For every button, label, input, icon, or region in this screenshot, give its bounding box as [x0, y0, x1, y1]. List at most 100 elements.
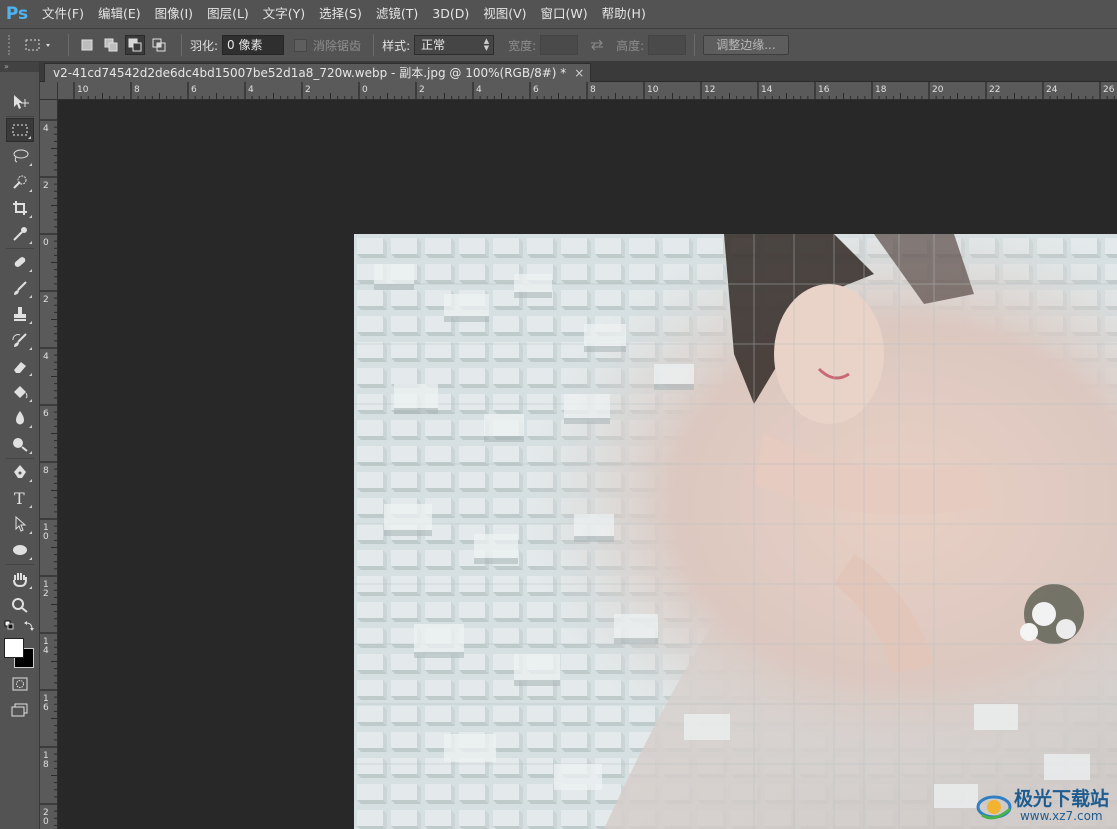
subtract-selection-icon: [128, 38, 142, 52]
dodge-tool[interactable]: [6, 432, 34, 456]
paint-bucket-tool[interactable]: [6, 380, 34, 404]
height-label: 高度:: [616, 38, 645, 53]
crop-icon: [13, 201, 27, 215]
lasso-icon: [13, 149, 29, 163]
lasso-tool[interactable]: [6, 144, 34, 168]
close-tab-icon[interactable]: ×: [574, 64, 584, 83]
ruler-label: 0: [362, 85, 368, 95]
ruler-label: 2: [419, 85, 425, 95]
hand-icon: [13, 573, 27, 587]
document-tab[interactable]: v2-41cd74542d2de6dc4bd15007be52d1a8_720w…: [44, 63, 592, 83]
canvas-area[interactable]: 极光下载站 www.xz7.com: [58, 100, 1117, 829]
site-watermark: 极光下载站 www.xz7.com: [974, 789, 1109, 823]
ruler-label: 0: [43, 532, 49, 542]
intersect-selection-icon: [152, 38, 166, 52]
style-select[interactable]: 正常 ▲ ▼: [414, 35, 495, 55]
new-selection-icon: [81, 39, 93, 51]
ruler-label: 6: [191, 85, 197, 95]
pen-icon: [14, 465, 26, 478]
ruler-label: 4: [43, 352, 49, 362]
menu-select[interactable]: 选择(S): [311, 0, 368, 28]
ruler-label: 8: [134, 85, 140, 95]
svg-text:T: T: [14, 490, 25, 506]
menu-window[interactable]: 窗口(W): [533, 0, 594, 28]
menu-layer[interactable]: 图层(L): [199, 0, 255, 28]
hand-tool[interactable]: [6, 567, 34, 591]
swap-arrows-icon: [591, 39, 604, 51]
menu-3d[interactable]: 3D(D): [424, 0, 475, 28]
stamp-icon: [14, 307, 26, 321]
ruler-label: 14: [761, 85, 773, 95]
ruler-label: 8: [43, 760, 49, 770]
ruler-label: 2: [43, 181, 49, 191]
refine-edge-button[interactable]: 调整边缘...: [703, 35, 789, 55]
add-to-selection-button[interactable]: [101, 35, 121, 55]
screen-mode-button[interactable]: [6, 698, 34, 722]
clone-stamp-tool[interactable]: [6, 302, 34, 326]
rectangular-marquee-tool[interactable]: [6, 118, 34, 142]
vertical-ruler-ticks: 4202468101214161820: [40, 119, 57, 827]
document-image[interactable]: [354, 234, 1117, 829]
width-input[interactable]: [540, 35, 579, 55]
new-selection-button[interactable]: [77, 35, 97, 55]
eyedropper-icon: [13, 227, 27, 241]
path-selection-tool[interactable]: [6, 512, 34, 536]
swap-width-height-button[interactable]: [586, 35, 608, 55]
menu-help[interactable]: 帮助(H): [594, 0, 652, 28]
marquee-preset-icon: [25, 39, 50, 51]
menu-filter[interactable]: 滤镜(T): [368, 0, 424, 28]
horizontal-ruler[interactable]: 10 8 6 4 2 0 2 4 6 8 10 12 14 16 18 20 22 24 26: [58, 82, 1117, 100]
style-select-value: 正常: [421, 38, 446, 52]
menu-view[interactable]: 视图(V): [475, 0, 532, 28]
eyedropper-tool[interactable]: [6, 222, 34, 246]
ruler-label: 4: [43, 646, 49, 656]
type-tool[interactable]: T: [6, 486, 34, 510]
ruler-label: 4: [43, 124, 49, 134]
menu-bar: Ps 文件(F) 编辑(E) 图像(I) 图层(L) 文字(Y) 选择(S) 滤…: [0, 0, 1117, 28]
document-tab-bar: v2-41cd74542d2de6dc4bd15007be52d1a8_720w…: [40, 62, 1117, 82]
healing-brush-icon: [14, 257, 26, 267]
blur-drop-icon: [16, 411, 24, 425]
antialias-checkbox[interactable]: [294, 38, 308, 52]
move-tool[interactable]: [6, 90, 34, 114]
eraser-tool[interactable]: [6, 354, 34, 378]
options-bar: 羽化: 0 像素 消除锯齿 样式: 正常 ▲ ▼ 宽度: 高度: 调整边缘...: [0, 28, 1117, 62]
feather-input[interactable]: 0 像素: [222, 35, 285, 55]
ruler-label: 20: [932, 85, 944, 95]
move-icon: [14, 95, 29, 109]
menu-file[interactable]: 文件(F): [34, 0, 90, 28]
ellipse-tool[interactable]: [6, 538, 34, 562]
pen-tool[interactable]: [6, 460, 34, 484]
photo-extrude-effect: [354, 234, 1117, 829]
menu-edit[interactable]: 编辑(E): [90, 0, 147, 28]
dodge-icon: [13, 438, 28, 452]
crop-tool[interactable]: [6, 196, 34, 220]
height-input[interactable]: [648, 35, 687, 55]
quick-selection-tool[interactable]: [6, 170, 34, 194]
quick-mask-button[interactable]: [6, 672, 34, 696]
tool-preset-picker[interactable]: [24, 33, 60, 57]
options-bar-grip[interactable]: [8, 35, 16, 55]
brush-tool[interactable]: [6, 276, 34, 300]
watermark-title: 极光下载站: [1013, 788, 1109, 810]
ruler-label: 4: [248, 85, 254, 95]
default-colors-icon[interactable]: [4, 620, 36, 632]
menu-type[interactable]: 文字(Y): [255, 0, 311, 28]
color-reset-controls: [4, 620, 36, 632]
ruler-label: 8: [43, 466, 49, 476]
ruler-origin[interactable]: [40, 82, 58, 100]
intersect-selection-button[interactable]: [149, 35, 169, 55]
ruler-label: 6: [533, 85, 539, 95]
tools-panel-collapse[interactable]: »: [0, 62, 39, 72]
ruler-label: 24: [1046, 85, 1058, 95]
spot-healing-brush-tool[interactable]: [6, 250, 34, 274]
zoom-tool[interactable]: [6, 593, 34, 617]
vertical-ruler[interactable]: 4202468101214161820: [40, 100, 58, 829]
foreground-color-swatch[interactable]: [4, 638, 24, 658]
blur-tool[interactable]: [6, 406, 34, 430]
ruler-label: 2: [43, 295, 49, 305]
history-brush-tool[interactable]: [6, 328, 34, 352]
tools-panel: » T: [0, 62, 40, 829]
menu-image[interactable]: 图像(I): [147, 0, 199, 28]
subtract-from-selection-button[interactable]: [125, 35, 145, 55]
